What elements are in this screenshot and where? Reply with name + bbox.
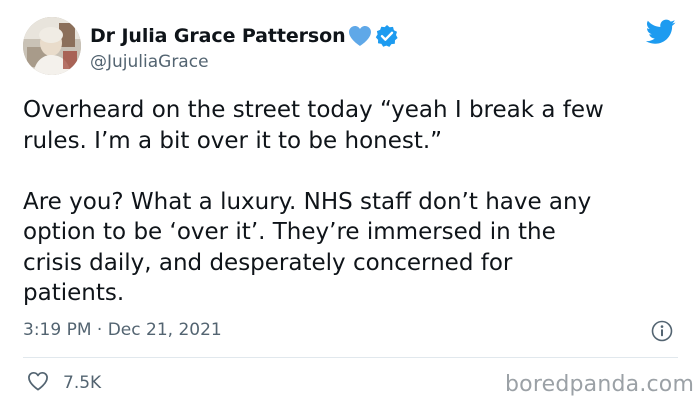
divider	[23, 357, 678, 358]
tweet-timestamp[interactable]: 3:19 PM · Dec 21, 2021	[23, 320, 222, 340]
tweet-card: Dr Julia Grace Patterson @JujuliaGrace O…	[0, 0, 700, 410]
like-count: 7.5K	[63, 373, 102, 393]
author-handle[interactable]: @JujuliaGrace	[90, 52, 209, 72]
like-button[interactable]: 7.5K	[27, 371, 101, 395]
heart-outline-icon	[27, 371, 49, 395]
verified-badge-icon	[375, 24, 399, 48]
name-row: Dr Julia Grace Patterson	[90, 24, 399, 48]
twitter-bird-icon[interactable]	[645, 19, 676, 45]
display-name[interactable]: Dr Julia Grace Patterson	[90, 25, 346, 47]
blue-heart-icon	[348, 25, 372, 47]
source-watermark: boredpanda.com	[505, 372, 695, 397]
info-icon[interactable]	[651, 320, 673, 342]
tweet-text: Overheard on the street today “yeah I br…	[23, 97, 604, 306]
avatar[interactable]	[23, 17, 81, 75]
